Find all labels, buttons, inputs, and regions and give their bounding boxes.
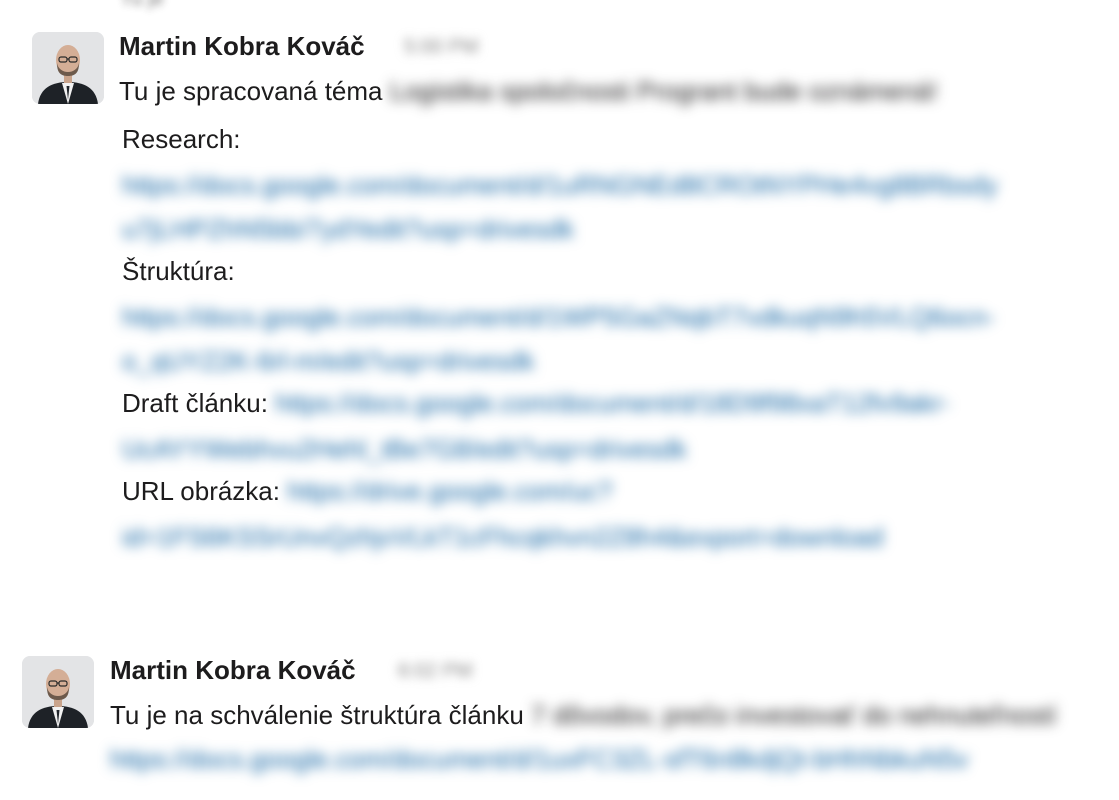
draft-link[interactable]: https://docs.google.com/document/d/18D9f… bbox=[275, 388, 950, 418]
struktura-link[interactable]: https://docs.google.com/document/d/1uxFC… bbox=[110, 744, 968, 775]
message-timestamp[interactable]: 5:00 PM bbox=[404, 36, 478, 59]
message-timestamp[interactable]: 6:02 PM bbox=[398, 660, 472, 683]
person-portrait-icon bbox=[22, 656, 94, 728]
url-obrazka-row: URL obrázka: https://drive.google.com/uc… bbox=[122, 476, 612, 507]
message-2: Martin Kobra Kováč 6:02 PM Tu je na schv… bbox=[0, 640, 1119, 800]
intro-text: Tu je na schválenie štruktúra článku bbox=[110, 700, 524, 730]
url-obrazka-link-continued[interactable]: id=1FS6KSSrUnvQzhjvVLkT1cFhcqkhvn2Z8h4&e… bbox=[122, 522, 884, 553]
message-1: Martin Kobra Kováč 5:00 PM Tu je spracov… bbox=[0, 0, 1119, 560]
message-intro: Tu je spracovaná téma Logistika spoločno… bbox=[119, 76, 938, 107]
sender-name[interactable]: Martin Kobra Kováč bbox=[119, 31, 365, 62]
avatar[interactable] bbox=[32, 32, 104, 104]
intro-text: Tu je spracovaná téma bbox=[119, 76, 383, 106]
struktura-label: Štruktúra: bbox=[122, 256, 235, 286]
avatar[interactable] bbox=[22, 656, 94, 728]
sender-name[interactable]: Martin Kobra Kováč bbox=[110, 655, 356, 686]
url-obrazka-label: URL obrázka: bbox=[122, 476, 280, 506]
draft-link-continued[interactable]: UcAYYWebhvu2Hehl_tBe7G8/edit?usp=drivesd… bbox=[122, 434, 687, 465]
draft-label: Draft článku: bbox=[122, 388, 268, 418]
person-portrait-icon bbox=[32, 32, 104, 104]
intro-text-blurred: Logistika spoločnosti Progrant bude ozná… bbox=[389, 76, 938, 106]
research-label: Research: bbox=[122, 124, 241, 154]
research-link-continued[interactable]: u7jLHPZhN5bb/7ydYedit?usp=drivesdk bbox=[122, 214, 574, 245]
draft-row: Draft článku: https://docs.google.com/do… bbox=[122, 388, 950, 419]
message-intro: Tu je na schválenie štruktúra článku 7 d… bbox=[110, 700, 1057, 731]
url-obrazka-link[interactable]: https://drive.google.com/uc? bbox=[287, 476, 612, 506]
intro-text-blurred: 7 dôvodov, prečo investovať do nehnuteľn… bbox=[531, 700, 1057, 730]
struktura-link-continued[interactable]: o_qUYZ2K-6rl-m/edit?usp=drivesdk bbox=[122, 346, 535, 377]
research-link[interactable]: https://docs.google.com/document/d/1uRNG… bbox=[122, 170, 998, 201]
struktura-link[interactable]: https://docs.google.com/document/d/1WP5G… bbox=[122, 302, 995, 333]
